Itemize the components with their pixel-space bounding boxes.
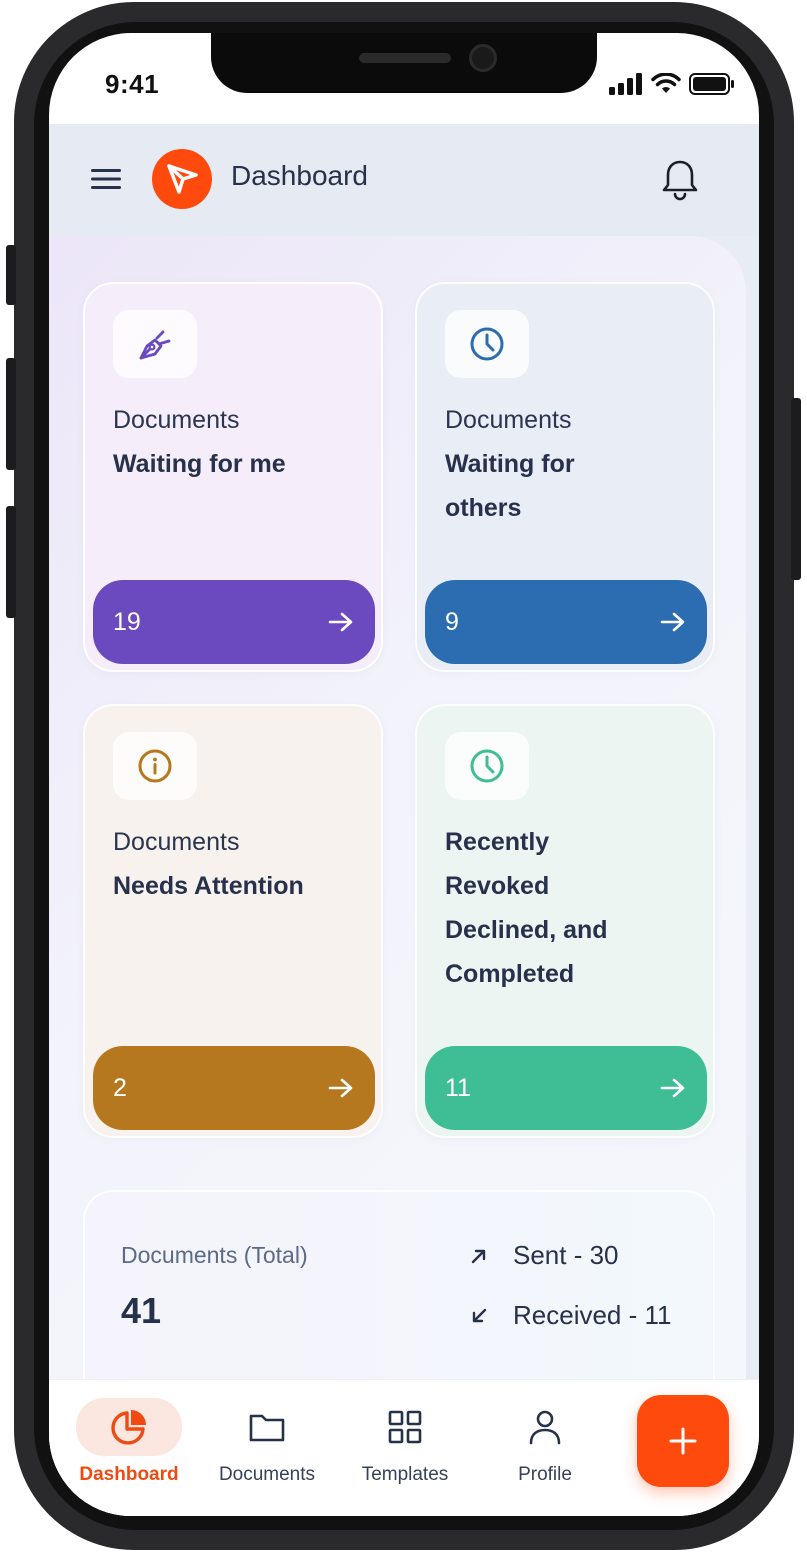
app-header: Dashboard <box>49 124 759 236</box>
nav-documents[interactable]: Documents <box>197 1380 337 1516</box>
totals-label: Documents (Total) <box>121 1242 308 1268</box>
card-icon-container <box>113 310 197 378</box>
card-icon-container <box>445 310 529 378</box>
hamburger-menu-icon[interactable] <box>89 162 123 196</box>
app-logo <box>152 149 212 209</box>
clock-icon <box>470 749 504 783</box>
card-count: 2 <box>113 1073 127 1102</box>
phone-screen: 9:41 Dashboard Documents Waiting for me … <box>49 33 759 1516</box>
arrow-right-icon <box>328 1078 353 1098</box>
arrow-right-icon <box>660 612 685 632</box>
received-stat: Received - 11 <box>469 1300 672 1331</box>
page-title: Dashboard <box>231 160 368 191</box>
nav-dashboard[interactable]: Dashboard <box>59 1380 199 1516</box>
card-count: 9 <box>445 607 459 636</box>
received-count: Received - 11 <box>513 1300 672 1330</box>
card-count-button[interactable]: 11 <box>425 1046 707 1130</box>
arrow-right-icon <box>660 1078 685 1098</box>
speaker-grille <box>359 53 451 63</box>
card-count-button[interactable]: 19 <box>93 580 375 664</box>
card-title-line: Recently <box>445 828 550 856</box>
nav-icon-container <box>492 1398 598 1456</box>
notch <box>211 33 597 93</box>
card-count-button[interactable]: 2 <box>93 1046 375 1130</box>
folder-icon <box>249 1414 285 1442</box>
bottom-navigation: Dashboard Documents Templates Profile <box>49 1379 759 1516</box>
sent-stat: Sent - 30 <box>469 1240 619 1271</box>
totals-value: 41 <box>121 1290 162 1331</box>
nav-profile[interactable]: Profile <box>475 1380 615 1516</box>
plus-icon <box>669 1427 697 1455</box>
cellular-signal-icon <box>609 73 642 95</box>
arrow-right-icon <box>328 612 353 632</box>
nav-label: Profile <box>518 1464 572 1485</box>
add-document-button[interactable] <box>637 1395 729 1487</box>
card-icon-container <box>445 732 529 800</box>
volume-up-button <box>6 358 16 470</box>
notification-bell-icon[interactable] <box>659 157 701 201</box>
info-icon <box>138 749 172 783</box>
mute-switch <box>6 245 16 305</box>
status-icons <box>609 73 735 95</box>
card-title-line: others <box>445 494 522 522</box>
card-icon-container <box>113 732 197 800</box>
battery-icon <box>689 73 734 95</box>
pen-nib-icon <box>139 330 171 360</box>
sent-count: Sent - 30 <box>513 1240 619 1270</box>
card-subtitle: Documents <box>113 828 240 856</box>
paper-plane-logo-icon <box>167 164 198 194</box>
card-title-line: Needs Attention <box>113 872 304 900</box>
card-count: 11 <box>445 1073 471 1102</box>
nav-icon-container <box>214 1398 320 1456</box>
card-title-line: Completed <box>445 960 575 988</box>
dashboard-content: Documents Waiting for me 19 Documents Wa… <box>49 236 746 1516</box>
volume-down-button <box>6 506 16 618</box>
card-title-line: Waiting for me <box>113 450 286 478</box>
card-subtitle: Documents <box>445 406 572 434</box>
pie-chart-icon <box>111 1410 146 1445</box>
card-title-line: Revoked <box>445 872 550 900</box>
card-count-button[interactable]: 9 <box>425 580 707 664</box>
grid-icon <box>388 1410 422 1444</box>
arrow-down-left-icon <box>472 1308 487 1322</box>
power-button <box>791 398 801 580</box>
user-icon <box>529 1410 561 1445</box>
card-subtitle: Documents <box>113 406 240 434</box>
card-title-line: Declined, and <box>445 916 608 944</box>
card-count: 19 <box>113 607 141 636</box>
card-needs-attention[interactable]: Documents Needs Attention 2 <box>83 704 383 1138</box>
card-waiting-for-me[interactable]: Documents Waiting for me 19 <box>83 282 383 672</box>
nav-icon-container <box>352 1398 458 1456</box>
app-container: Dashboard Documents Waiting for me 19 Do… <box>49 124 759 1516</box>
clock-icon <box>470 327 504 361</box>
wifi-icon <box>651 73 681 93</box>
front-camera <box>469 44 497 72</box>
card-title-line: Waiting for <box>445 450 575 478</box>
card-recently-completed[interactable]: Recently Revoked Declined, and Completed… <box>415 704 715 1138</box>
nav-label: Templates <box>361 1464 449 1485</box>
status-time: 9:41 <box>105 69 160 99</box>
card-waiting-for-others[interactable]: Documents Waiting for others 9 <box>415 282 715 672</box>
arrow-up-right-icon <box>471 1249 486 1263</box>
nav-label: Documents <box>218 1464 316 1485</box>
nav-icon-container <box>76 1398 182 1456</box>
nav-templates[interactable]: Templates <box>335 1380 475 1516</box>
nav-label: Dashboard <box>79 1464 179 1485</box>
